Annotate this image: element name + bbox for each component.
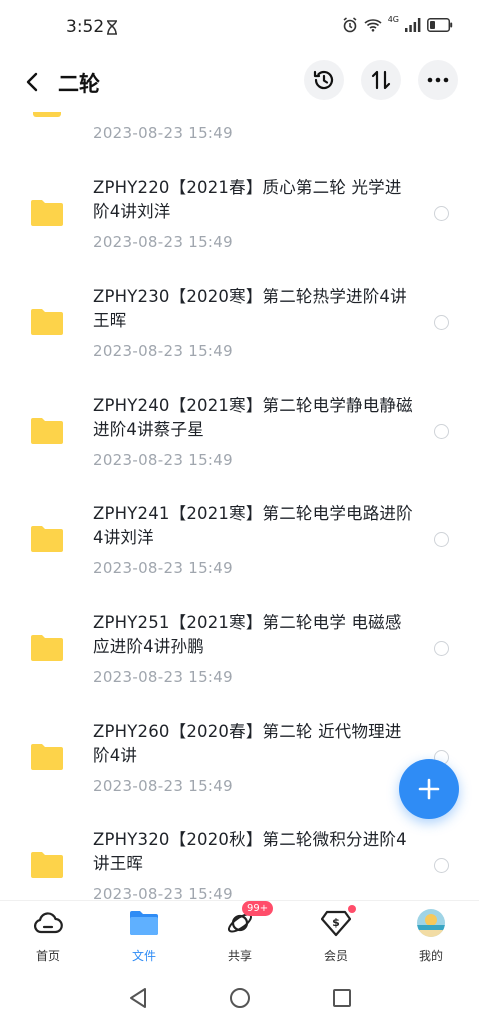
add-button[interactable] — [399, 759, 459, 819]
share-badge: 99+ — [242, 901, 274, 916]
nav-member[interactable]: $ 会员 — [296, 905, 376, 969]
system-home-button[interactable] — [228, 986, 252, 1010]
file-date: 2023-08-23 15:49 — [93, 342, 233, 360]
signal-icon — [405, 18, 421, 32]
file-name: ZPHY230【2020寒】第二轮热学进阶4讲王晖 — [93, 287, 407, 330]
select-radio[interactable] — [434, 206, 449, 221]
file-date: 2023-08-23 15:49 — [93, 777, 233, 795]
list-item[interactable]: ZPHY220【2021春】质心第二轮 光学进阶4讲刘洋 2023-08-23 … — [0, 160, 479, 268]
battery-icon — [427, 18, 453, 32]
hourglass-icon — [107, 20, 117, 35]
square-recents-icon — [333, 989, 351, 1007]
nav-share-label: 共享 — [227, 949, 252, 963]
triangle-back-icon — [130, 988, 146, 1008]
cloud-icon — [32, 907, 64, 939]
avatar — [415, 907, 447, 939]
folder-icon — [31, 418, 63, 444]
file-name: ZPHY241【2021寒】第二轮电学电路进阶4讲刘洋 — [93, 504, 413, 547]
folder-icon — [31, 309, 63, 335]
list-item[interactable]: ZPHY240【2021寒】第二轮电学静电静磁进阶4讲蔡子星 2023-08-2… — [0, 378, 479, 486]
alarm-icon — [343, 17, 357, 33]
file-name: ZPHY320【2020秋】第二轮微积分进阶4讲王晖 — [93, 830, 407, 873]
file-name: ZPHY260【2020春】第二轮 近代物理进阶4讲 — [93, 722, 402, 765]
status-bar: 3:52 4G — [0, 0, 479, 56]
file-name: ZPHY220【2021春】质心第二轮 光学进阶4讲刘洋 — [93, 178, 402, 221]
bottom-nav: 首页 文件 99+ 共享 $ 会员 我的 — [0, 900, 479, 972]
system-back-button[interactable] — [126, 986, 150, 1010]
folder-icon — [31, 635, 63, 661]
select-radio[interactable] — [434, 424, 449, 439]
sort-button[interactable] — [361, 60, 401, 100]
plus-icon — [418, 778, 440, 800]
system-nav-bar — [0, 972, 479, 1024]
file-date: 2023-08-23 15:49 — [93, 233, 233, 251]
folder-icon — [31, 200, 63, 226]
nav-mine[interactable]: 我的 — [391, 907, 471, 969]
system-recents-button[interactable] — [330, 986, 354, 1010]
history-icon — [313, 70, 334, 90]
nav-member-label: 会员 — [323, 949, 348, 963]
svg-text:$: $ — [332, 916, 340, 929]
select-radio[interactable] — [434, 315, 449, 330]
back-button[interactable] — [16, 66, 48, 98]
folder-icon — [33, 112, 61, 117]
select-radio[interactable] — [434, 532, 449, 547]
file-date: 2023-08-23 15:49 — [93, 668, 233, 686]
nav-mine-label: 我的 — [418, 949, 443, 963]
nav-files-label: 文件 — [131, 949, 156, 963]
history-button[interactable] — [304, 60, 344, 100]
share-planet-icon: 99+ — [224, 901, 274, 939]
chevron-left-icon — [26, 72, 38, 92]
circle-home-icon — [230, 988, 250, 1008]
member-shield-icon: $ — [320, 905, 356, 939]
network-type: 4G — [387, 14, 399, 24]
folder-icon — [31, 852, 63, 878]
select-radio[interactable] — [434, 641, 449, 656]
header: 二轮 — [0, 56, 479, 112]
wifi-icon — [364, 19, 382, 32]
member-dot — [348, 905, 356, 913]
file-date: 2023-08-23 15:49 — [93, 885, 233, 900]
folder-icon — [31, 744, 63, 770]
page-title: 二轮 — [58, 72, 100, 96]
file-date: 2023-08-23 15:49 — [93, 559, 233, 577]
status-time: 3:52 — [66, 17, 105, 37]
list-item[interactable]: ZPHY230【2020寒】第二轮热学进阶4讲王晖 2023-08-23 15:… — [0, 269, 479, 377]
list-item[interactable]: ZPHY241【2021寒】第二轮电学电路进阶4讲刘洋 2023-08-23 1… — [0, 486, 479, 594]
list-item[interactable]: ZPHY251【2021寒】第二轮电学 电磁感应进阶4讲孙鹏 2023-08-2… — [0, 595, 479, 703]
file-date: 2023-08-23 15:49 — [93, 124, 233, 142]
nav-home-label: 首页 — [35, 949, 60, 963]
file-name: ZPHY251【2021寒】第二轮电学 电磁感应进阶4讲孙鹏 — [93, 613, 402, 656]
file-date: 2023-08-23 15:49 — [93, 451, 233, 469]
nav-home[interactable]: 首页 — [8, 907, 88, 969]
select-radio[interactable] — [434, 858, 449, 873]
status-icons: 4G — [342, 14, 453, 33]
nav-files[interactable]: 文件 — [104, 907, 184, 969]
folder-icon — [128, 907, 160, 939]
list-item[interactable]: ZPHY320【2020秋】第二轮微积分进阶4讲王晖 2023-08-23 15… — [0, 812, 479, 900]
folder-icon — [31, 526, 63, 552]
file-name: ZPHY240【2021寒】第二轮电学静电静磁进阶4讲蔡子星 — [93, 396, 413, 439]
more-button[interactable] — [418, 60, 458, 100]
more-icon — [427, 77, 449, 83]
nav-share[interactable]: 99+ 共享 — [200, 901, 280, 969]
sort-icon — [371, 70, 391, 90]
